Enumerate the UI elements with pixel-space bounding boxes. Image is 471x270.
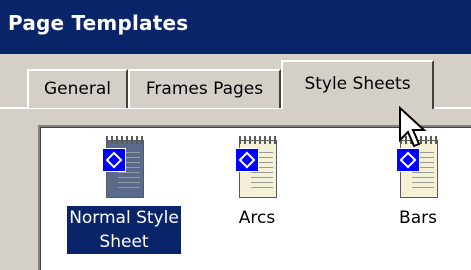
list-item-normal-style-sheet[interactable]: Normal Style Sheet	[60, 136, 188, 254]
tab-style-sheets[interactable]: Style Sheets	[281, 60, 434, 109]
tab-label: Frames Pages	[145, 79, 264, 99]
tab-general[interactable]: General	[27, 69, 128, 108]
title-bar[interactable]: Page Templates	[0, 0, 471, 54]
style-sheet-template-icon	[102, 136, 146, 198]
tab-label: General	[44, 79, 111, 99]
tab-label: Style Sheets	[304, 74, 411, 94]
list-item-label: Normal Style Sheet	[67, 206, 181, 254]
window-title: Page Templates	[8, 11, 189, 35]
style-sheet-template-icon	[235, 136, 279, 198]
mouse-cursor-icon	[399, 106, 427, 148]
tab-frames-pages[interactable]: Frames Pages	[128, 69, 281, 108]
list-item-label: Bars	[399, 208, 437, 228]
page-templates-dialog: Page Templates General Frames Pages Styl…	[0, 0, 471, 270]
list-item-arcs[interactable]: Arcs	[212, 136, 302, 230]
list-item-label: Arcs	[238, 208, 276, 228]
